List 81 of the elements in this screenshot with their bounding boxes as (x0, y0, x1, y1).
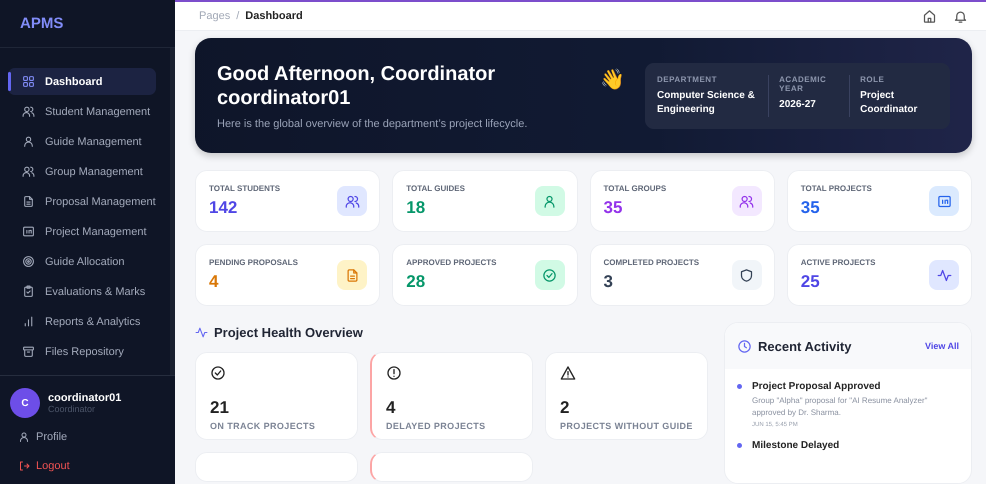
wave-emoji: 👋 (600, 66, 625, 90)
breadcrumb-separator: / (236, 10, 240, 22)
info-value: Project Coordinator (860, 88, 918, 116)
sidebar-item[interactable]: Proposal Management (8, 188, 156, 215)
view-all-link[interactable]: View All (924, 341, 959, 351)
health-value: 4 (386, 398, 396, 418)
check-circle-icon (210, 365, 226, 381)
clipboard-icon (22, 285, 35, 298)
bar-chart-icon (22, 315, 35, 328)
profile-link[interactable]: Profile (10, 427, 165, 447)
info-label: ACADEMIC YEAR (779, 74, 828, 92)
check-circle-icon (542, 268, 557, 282)
activity-title: Milestone Delayed (752, 440, 840, 451)
users-icon (22, 105, 35, 118)
stat-label: TOTAL PROJECTS (800, 184, 873, 193)
user-icon (18, 431, 30, 443)
info-value: Computer Science & Engineering (657, 88, 756, 116)
shield-icon (739, 268, 754, 282)
logout-icon (18, 460, 30, 472)
warning-icon (560, 365, 576, 381)
notification-icon (953, 8, 968, 24)
user-role: Coordinator (48, 404, 96, 414)
activity-detail: Group "Alpha" proposal for "AI Resume Analyzer" approved by Dr. Sharma. (752, 395, 928, 419)
stat-label: TOTAL GUIDES (406, 184, 466, 193)
stat-value: 142 (209, 198, 238, 218)
dashboard-icon (22, 75, 35, 88)
logout-link[interactable]: Logout (10, 456, 165, 476)
stat-value: 3 (604, 272, 614, 292)
stat-label: PENDING PROPOSALS (209, 258, 299, 267)
stat-value: 28 (406, 272, 426, 292)
target-icon (22, 255, 35, 268)
stat-value: 35 (800, 198, 821, 218)
health-label: PROJECTS WITHOUT GUIDE (560, 421, 693, 431)
panel-title: Recent Activity (758, 338, 852, 354)
sidebar-item[interactable]: Group Management (8, 158, 156, 185)
alert-icon (386, 365, 402, 381)
info-label: DEPARTMENT (657, 74, 717, 84)
breadcrumb-current: Dashboard (245, 10, 303, 22)
pulse-icon (936, 268, 952, 282)
greeting-subtitle: Here is the global overview of the department’s project lifecycle. (217, 118, 528, 130)
avatar: C (10, 388, 40, 418)
users-icon (344, 194, 360, 208)
stat-label: COMPLETED PROJECTS (604, 258, 700, 267)
sidebar-item[interactable]: Student Management (8, 98, 156, 125)
stat-label: TOTAL GROUPS (604, 184, 668, 193)
pulse-icon (195, 326, 208, 339)
user-icon (542, 194, 557, 208)
sidebar-item[interactable]: Reports & Analytics (8, 308, 156, 335)
stat-value: 35 (604, 198, 624, 218)
stat-value: 18 (406, 198, 426, 218)
health-label: ON TRACK PROJECTS (210, 421, 316, 431)
document-icon (344, 268, 360, 282)
sidebar-item[interactable]: Project Management (8, 218, 156, 245)
stat-value: 25 (800, 272, 821, 292)
info-label: ROLE (860, 74, 886, 84)
sidebar-item[interactable]: Dashboard (8, 68, 156, 95)
user-icon (22, 135, 35, 148)
health-value: 21 (210, 398, 230, 418)
health-label: DELAYED PROJECTS (386, 421, 487, 431)
greeting-title: Good Afternoon, Coordinator coordinator01 (217, 62, 496, 110)
stat-label: TOTAL STUDENTS (209, 184, 282, 193)
home-icon (922, 8, 937, 24)
sidebar-item[interactable]: Files Repository (8, 338, 156, 365)
stat-label: APPROVED PROJECTS (406, 258, 498, 267)
info-value: 2026-27 (779, 98, 817, 112)
archive-icon (22, 345, 35, 358)
stat-value: 4 (209, 272, 220, 292)
timeline-dot (737, 443, 742, 448)
stat-label: ACTIVE PROJECTS (800, 258, 876, 267)
timeline-dot (737, 384, 742, 389)
clock-icon (737, 338, 752, 354)
sidebar-item[interactable]: Evaluations & Marks (8, 278, 156, 305)
activity-title: Project Proposal Approved (752, 381, 882, 392)
sidebar-item[interactable]: Guide Allocation (8, 248, 156, 275)
document-icon (22, 195, 35, 208)
user-name: coordinator01 (48, 392, 122, 404)
users-icon (739, 194, 754, 208)
users-icon (22, 165, 35, 178)
sidebar-item[interactable]: Guide Management (8, 128, 156, 155)
health-value: 2 (560, 398, 570, 418)
section-title: Project Health Overview (214, 325, 363, 340)
